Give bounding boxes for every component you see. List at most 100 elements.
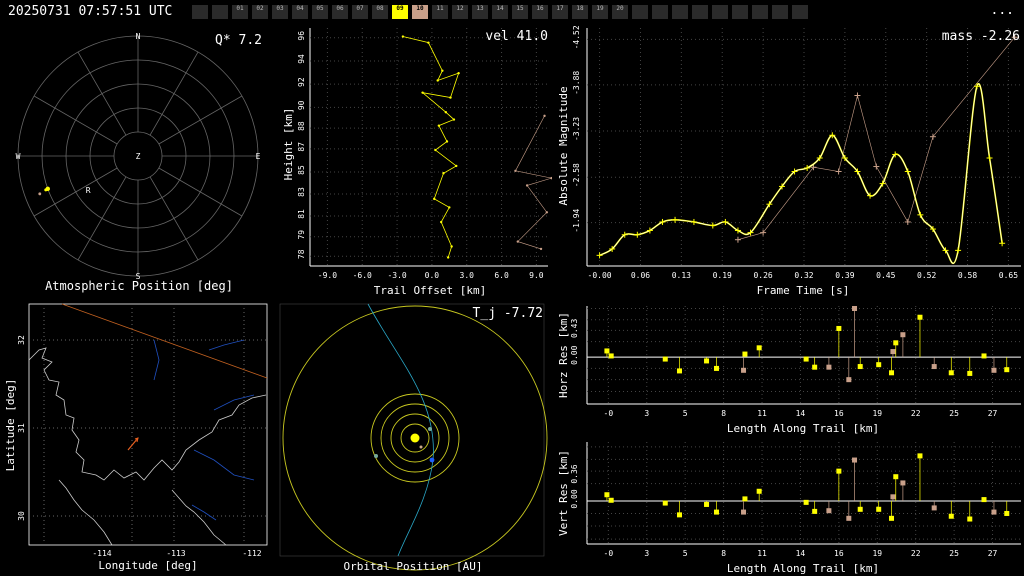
x-tick: 5: [683, 409, 688, 418]
height-xlabel: Trail Offset [km]: [374, 284, 487, 297]
camera-tab[interactable]: 17: [552, 5, 568, 19]
sun-marker: [410, 433, 420, 443]
height-point: [449, 96, 452, 99]
camera-tab[interactable]: [192, 5, 208, 19]
height-point: [439, 220, 443, 224]
residual-point: [756, 488, 762, 494]
residual-point: [981, 353, 987, 359]
x-tick: 25: [949, 409, 959, 418]
height-point: [457, 71, 460, 75]
x-tick: 3.0: [460, 271, 475, 280]
camera-tab[interactable]: 03: [272, 5, 288, 19]
camera-tab[interactable]: [732, 5, 748, 19]
residual-point: [967, 370, 973, 376]
height-point: [436, 79, 439, 82]
camera-tab[interactable]: 04: [292, 5, 308, 19]
y-tick: 81: [297, 209, 306, 219]
y-tick: 0.36: [570, 464, 579, 483]
camera-tab[interactable]: [212, 5, 228, 19]
orbit-frame: [279, 303, 545, 557]
residual-point: [893, 474, 899, 480]
height-point: [545, 211, 549, 214]
x-tick: 0.45: [876, 271, 895, 280]
residual-point: [1004, 367, 1010, 373]
compass-z: Z: [136, 152, 141, 161]
camera-tab[interactable]: 15: [512, 5, 528, 19]
x-tick: -112: [242, 549, 261, 558]
mass-value: mass -2.26: [942, 29, 1020, 44]
camera-tab[interactable]: 05: [312, 5, 328, 19]
x-tick: 0.26: [753, 271, 772, 280]
camera-tab[interactable]: 09: [392, 5, 408, 19]
residual-point: [713, 509, 719, 515]
magnitude-xlabel: Frame Time [s]: [757, 284, 850, 297]
residual-ylabel: Vert Res [km]: [557, 450, 570, 536]
height-point: [421, 91, 424, 94]
planet-marker: [428, 427, 432, 431]
camera-tab[interactable]: 16: [532, 5, 548, 19]
camera-tab[interactable]: 02: [252, 5, 268, 19]
camera-tab[interactable]: [672, 5, 688, 19]
camera-tab[interactable]: 08: [372, 5, 388, 19]
camera-tab[interactable]: 10: [412, 5, 428, 19]
camera-tab[interactable]: 01: [232, 5, 248, 19]
camera-tab[interactable]: [792, 5, 808, 19]
vert-res-plot: -0 3 5 8 11 14 16 19 22 25 27 0.00 0.36 Length Along …: [557, 442, 1021, 575]
x-tick: -3.0: [387, 271, 406, 280]
residual-point: [846, 377, 852, 383]
camera-tab[interactable]: [692, 5, 708, 19]
x-tick: 19: [872, 409, 882, 418]
residual-point: [812, 364, 818, 370]
residual-point: [931, 505, 937, 511]
y-tick: 90: [297, 100, 306, 110]
y-tick: -4.52: [572, 25, 581, 49]
residual-point: [704, 501, 710, 507]
camera-tab[interactable]: 11: [432, 5, 448, 19]
polar-spoke: [149, 51, 199, 136]
camera-tab[interactable]: 06: [332, 5, 348, 19]
magnitude-fit: [599, 83, 1003, 265]
y-tick: 88: [297, 121, 306, 131]
residual-point: [948, 370, 954, 376]
residual-point: [826, 364, 832, 370]
y-tick: -2.58: [572, 163, 581, 187]
y-tick: 31: [17, 423, 26, 433]
height-point: [455, 164, 458, 168]
camera-tab[interactable]: 18: [572, 5, 588, 19]
x-tick: -9.0: [318, 271, 337, 280]
camera-tab[interactable]: 14: [492, 5, 508, 19]
map-frame: [28, 303, 268, 546]
q-star-value: Q* 7.2: [215, 33, 262, 48]
camera-tab[interactable]: [652, 5, 668, 19]
camera-tab[interactable]: 13: [472, 5, 488, 19]
residual-point: [857, 364, 863, 370]
x-tick: 27: [988, 549, 998, 558]
camera-tab[interactable]: [752, 5, 768, 19]
y-tick: 83: [297, 187, 306, 197]
polar-spoke: [77, 51, 127, 136]
camera-tab[interactable]: 20: [612, 5, 628, 19]
camera-tab[interactable]: [632, 5, 648, 19]
x-tick: 25: [949, 549, 959, 558]
camera-tab[interactable]: 19: [592, 5, 608, 19]
height-ylabel: Height [km]: [282, 108, 295, 181]
residual-xlabel: Length Along Trail [km]: [727, 562, 879, 575]
residual-point: [852, 305, 858, 311]
meteor-point: [44, 188, 48, 192]
height-point: [442, 172, 445, 175]
y-tick: 0.00: [570, 345, 579, 364]
x-tick: 19: [872, 549, 882, 558]
ground-map: -114 -113 -112 32 31 30 Longitude [deg] Latitud…: [4, 303, 268, 572]
camera-tab[interactable]: [712, 5, 728, 19]
y-tick: 0.00: [570, 489, 579, 508]
menu-button[interactable]: ...: [991, 3, 1014, 18]
camera-tab[interactable]: [772, 5, 788, 19]
timestamp: 20250731 07:57:51 UTC: [8, 4, 173, 19]
height-point: [401, 35, 405, 38]
camera-tab[interactable]: 07: [352, 5, 368, 19]
camera-tab[interactable]: 12: [452, 5, 468, 19]
x-tick: 0.32: [794, 271, 813, 280]
coastline: [58, 479, 113, 546]
residual-point: [852, 457, 858, 463]
earth-marker: [429, 457, 435, 463]
